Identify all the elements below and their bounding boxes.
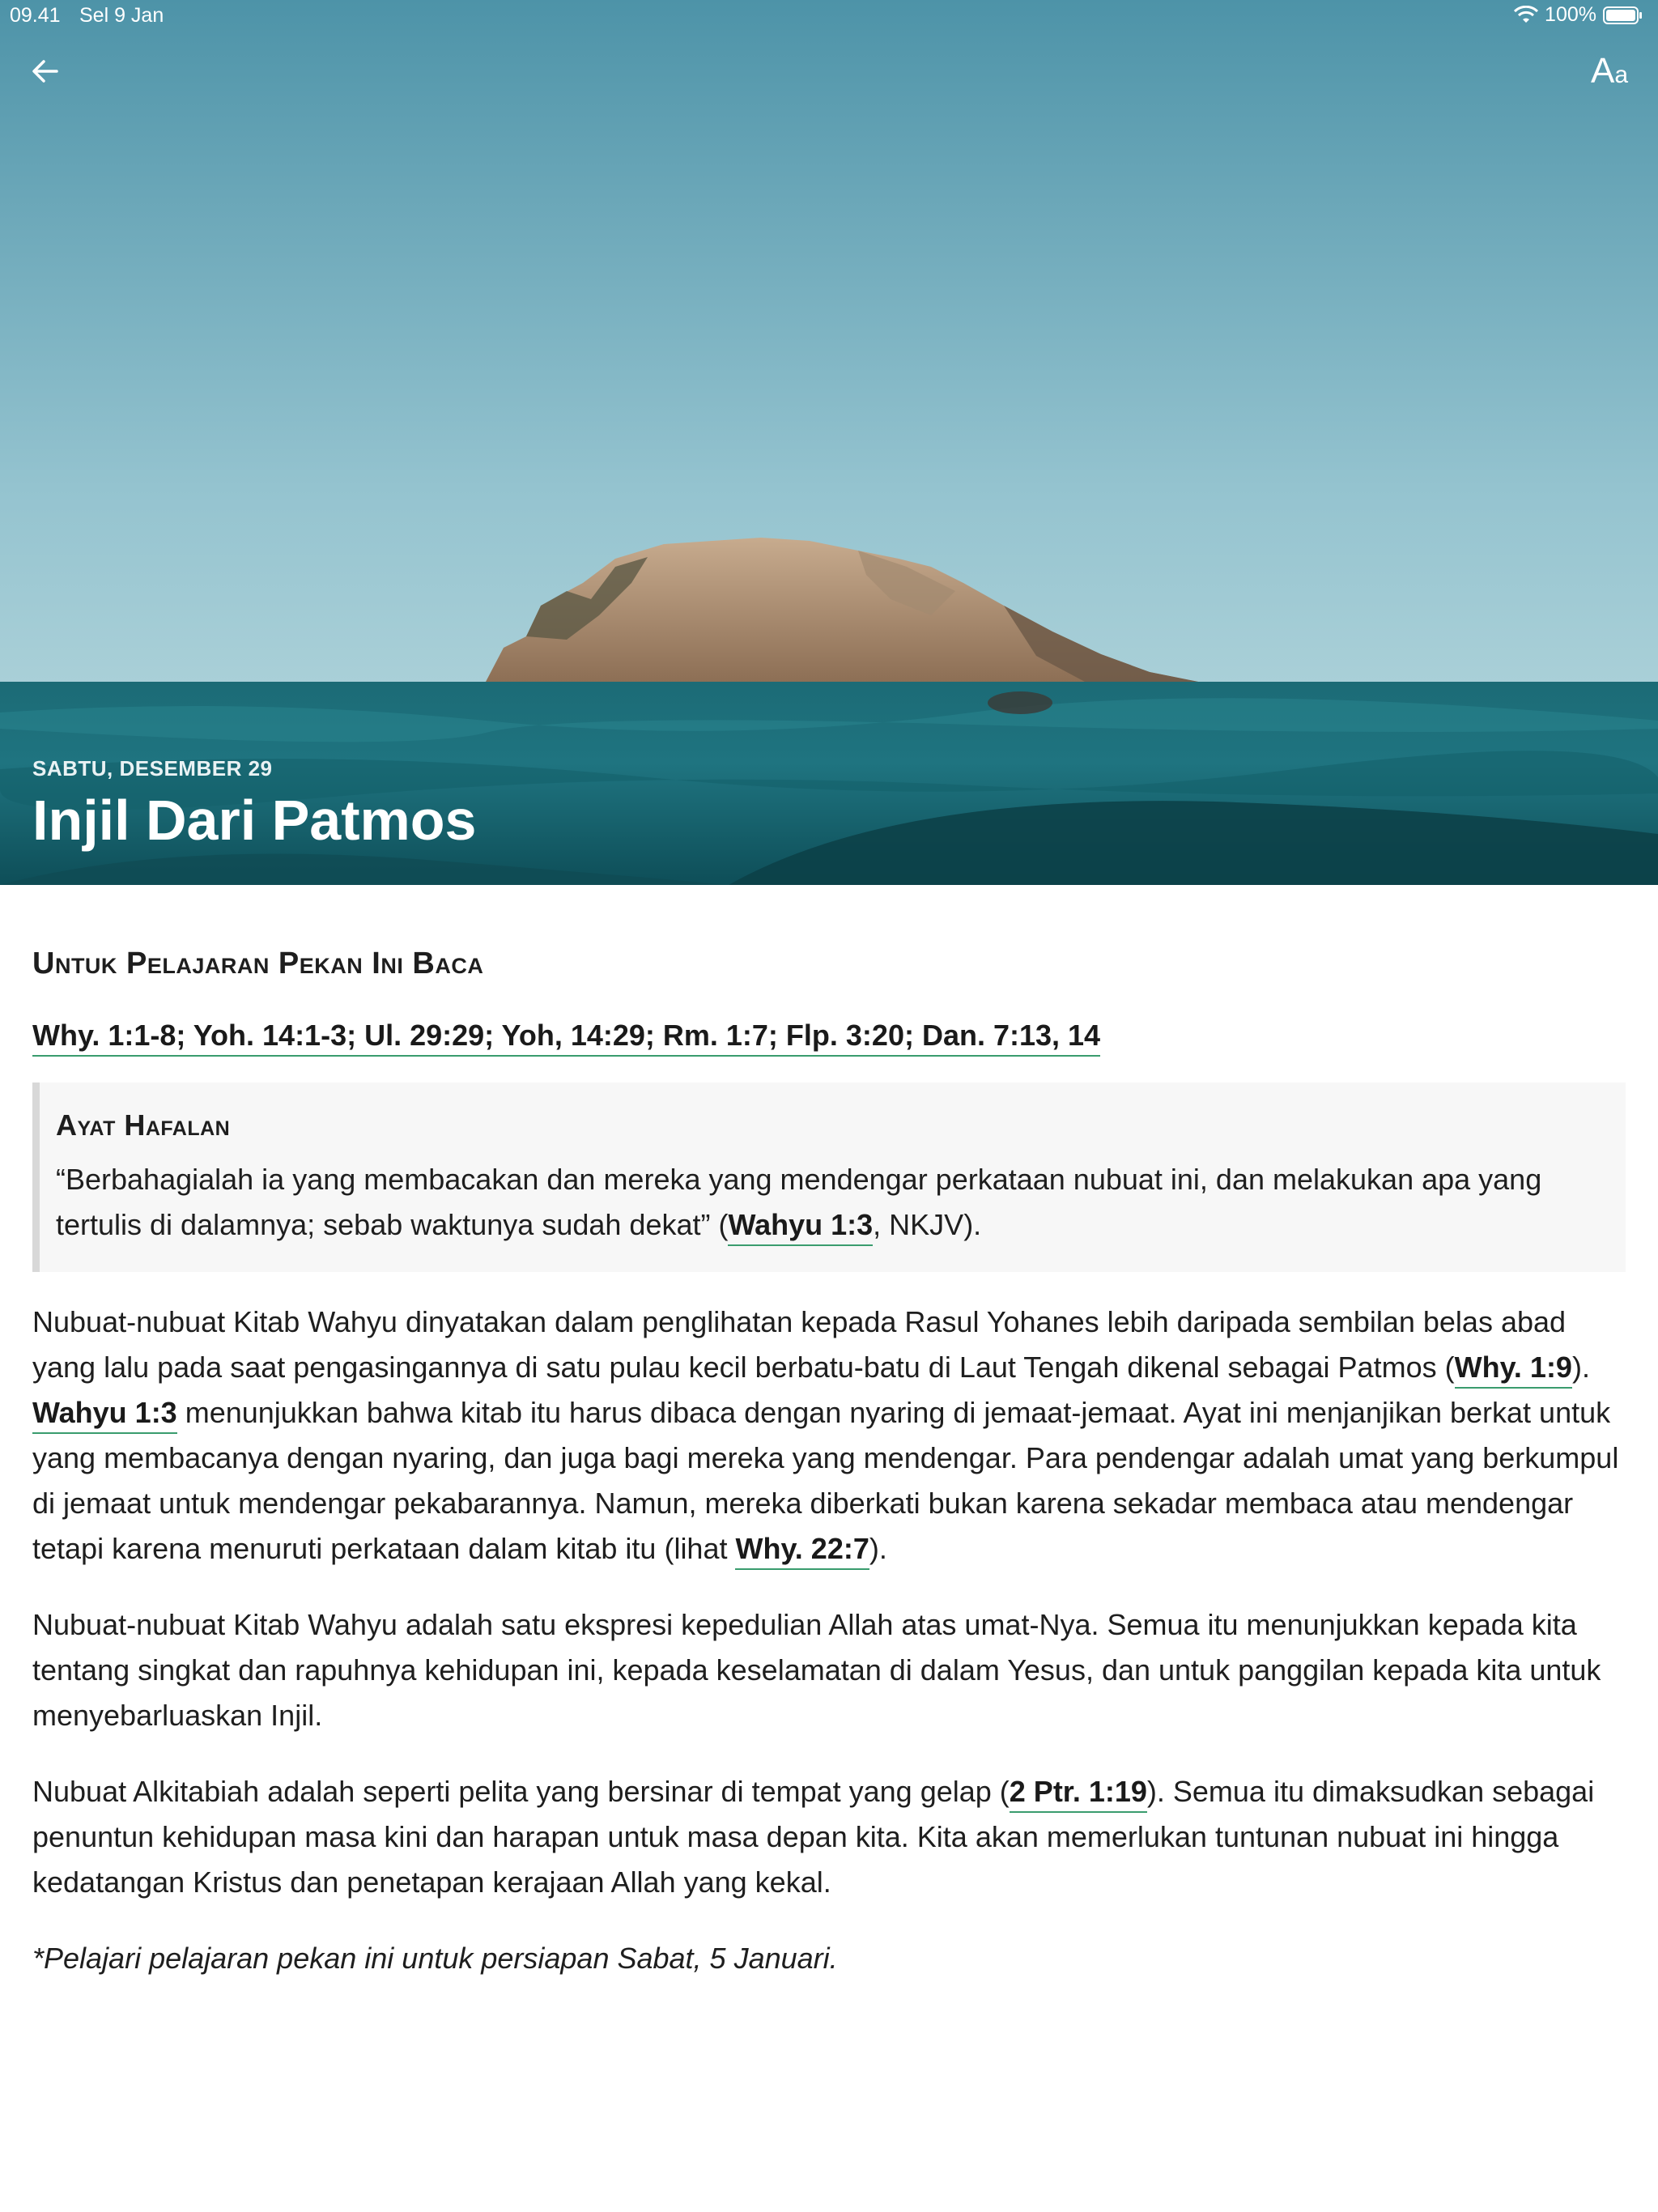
lesson-title: Injil Dari Patmos	[32, 789, 477, 852]
memory-verse-text: “Berbahagialah ia yang membacakan dan me…	[56, 1157, 1601, 1248]
reading-references: Why. 1:1-8; Yoh. 14:1-3; Ul. 29:29; Yoh,…	[32, 1013, 1626, 1058]
battery-percent: 100%	[1545, 3, 1596, 26]
memory-verse-title: Ayat Hafalan	[56, 1108, 231, 1142]
font-settings-button[interactable]: Aa	[1584, 49, 1635, 94]
back-button[interactable]	[24, 50, 66, 92]
lesson-date: SABTU, DESEMBER 29	[32, 756, 273, 781]
status-bar: 09.41 Sel 9 Jan 100%	[0, 0, 1658, 32]
footnote: *Pelajari pelajaran pekan ini untuk pers…	[32, 1942, 838, 1975]
lesson-content: Untuk Pelajaran Pekan Ini Baca Why. 1:1-…	[32, 943, 1626, 1981]
paragraph-1-text: ).	[1571, 1351, 1590, 1384]
verse-link-why-22-7[interactable]: Why. 22:7	[735, 1532, 869, 1570]
reading-references-link[interactable]: Why. 1:1-8; Yoh. 14:1-3; Ul. 29:29; Yoh,…	[32, 1019, 1101, 1057]
memory-verse-text-after: , NKJV).	[873, 1208, 982, 1241]
island-sea-photo	[0, 538, 1658, 885]
verse-link-2-ptr-1-19[interactable]: 2 Ptr. 1:19	[1009, 1775, 1147, 1813]
memory-verse-box: Ayat Hafalan “Berbahagialah ia yang memb…	[32, 1083, 1626, 1272]
paragraph-3-text: Nubuat Alkitabiah adalah seperti pelita …	[32, 1775, 1010, 1808]
hero-image: 09.41 Sel 9 Jan 100% Aa SABTU, DESEMBER …	[0, 0, 1658, 885]
paragraph-3: Nubuat Alkitabiah adalah seperti pelita …	[32, 1769, 1626, 1905]
status-date: Sel 9 Jan	[79, 4, 164, 27]
paragraph-2: Nubuat-nubuat Kitab Wahyu adalah satu ek…	[32, 1608, 1601, 1732]
paragraph-1-text: Nubuat-nubuat Kitab Wahyu dinyatakan dal…	[32, 1305, 1567, 1384]
reading-heading: Untuk Pelajaran Pekan Ini Baca	[32, 946, 484, 981]
verse-link-why-1-9[interactable]: Why. 1:9	[1454, 1351, 1572, 1389]
battery-icon	[1603, 6, 1642, 24]
status-indicators: 100%	[1514, 3, 1643, 27]
status-time: 09.41	[10, 4, 61, 27]
verse-link-wahyu-1-3[interactable]: Wahyu 1:3	[32, 1396, 177, 1434]
paragraph-1-text: ).	[869, 1532, 887, 1565]
memory-verse-ref-link[interactable]: Wahyu 1:3	[728, 1208, 874, 1246]
font-size-icon-small: a	[1614, 62, 1629, 88]
arrow-left-icon	[32, 60, 58, 83]
paragraph-1: Nubuat-nubuat Kitab Wahyu dinyatakan dal…	[32, 1300, 1626, 1572]
font-size-icon-big: A	[1590, 51, 1615, 91]
wifi-icon	[1514, 5, 1539, 23]
